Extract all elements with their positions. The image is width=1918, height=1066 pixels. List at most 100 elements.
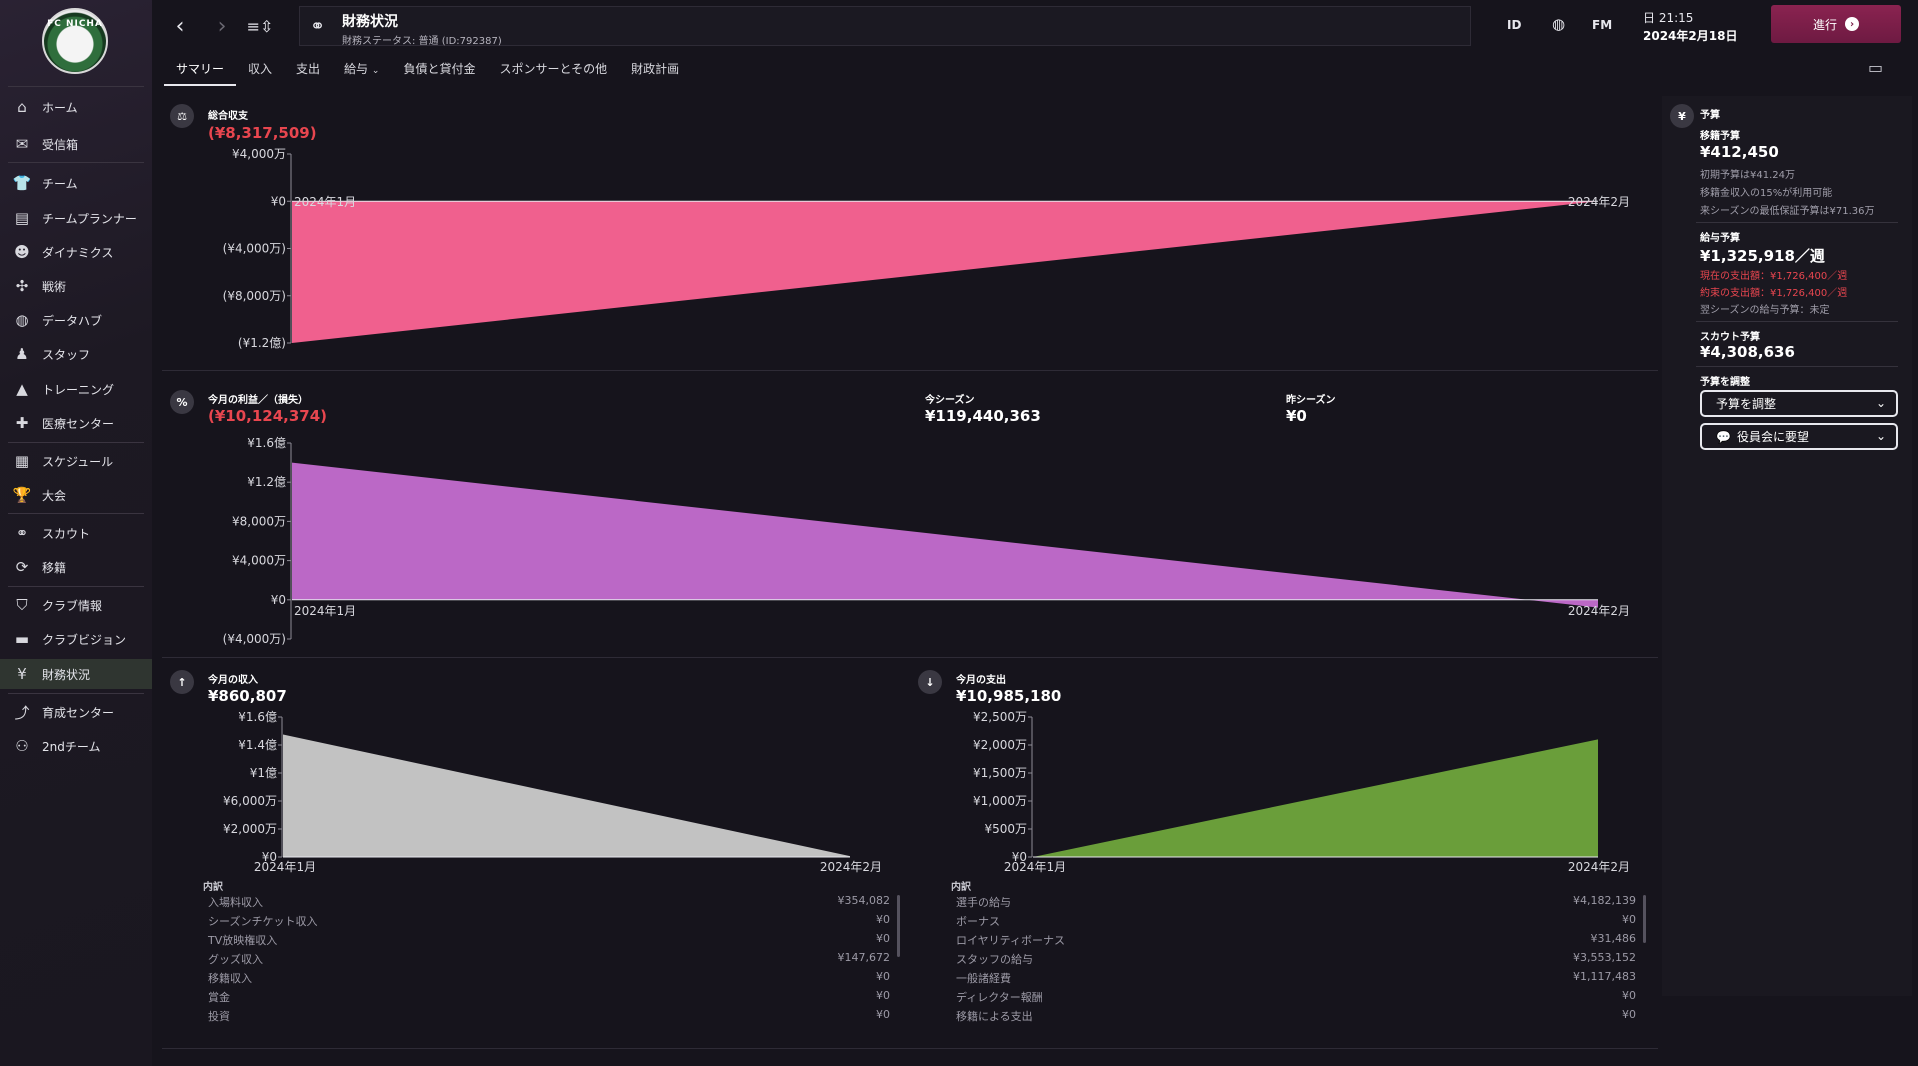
tab-financial-plan[interactable]: 財政計画 — [619, 56, 691, 86]
sidebar-item-team-planner[interactable]: ▤ チームプランナー — [0, 203, 152, 233]
tab-summary[interactable]: サマリー — [164, 56, 237, 86]
chevron-down-icon: ⌄ — [371, 66, 380, 76]
sidebar-divider — [8, 693, 144, 694]
arrow-up-icon: ↑ — [170, 670, 194, 694]
sidebar-item-second-team[interactable]: ⚇ 2ndチーム — [0, 731, 152, 761]
sidebar-item-home[interactable]: ⌂ ホーム — [0, 92, 152, 122]
sidebar-item-club-info[interactable]: ⛉ クラブ情報 — [0, 590, 152, 620]
sidebar-item-inbox[interactable]: ✉ 受信箱 — [0, 129, 152, 159]
sidebar-item-club-vision[interactable]: ▬ クラブビジョン — [0, 624, 152, 654]
sidebar-item-label: 医療センター — [42, 416, 115, 431]
sidebar-item-dynamics[interactable]: ☻ ダイナミクス — [0, 237, 152, 267]
sidebar-item-label: チーム — [42, 176, 78, 191]
tab-expenditure[interactable]: 支出 — [284, 56, 332, 86]
area-series — [283, 734, 850, 857]
sidebar-item-medical[interactable]: ✚ 医療センター — [0, 408, 152, 438]
sidebar-item-finances[interactable]: ¥ 財務状況 — [0, 659, 152, 689]
breakdown-row-value: ¥0 — [1622, 913, 1636, 926]
breakdown-row: 移籍収入 ¥0 — [208, 970, 890, 989]
adjust-budget-label: 予算を調整 — [1700, 377, 1750, 388]
back-arrow-icon[interactable]: ‹ — [166, 12, 194, 40]
income-scrollbar[interactable] — [897, 895, 900, 957]
sidebar-item-tactics[interactable]: ✣ 戦術 — [0, 271, 152, 301]
y-tick-label: ¥1,000万 — [973, 794, 1027, 808]
sidebar-item-label: スケジュール — [42, 454, 114, 469]
top-bar: ‹ › ≡⇳ ⚭ 財務状況 財務ステータス: 普通 (ID:792387) ID… — [152, 0, 1918, 52]
sidebar-item-transfers[interactable]: ⟳ 移籍 — [0, 552, 152, 582]
sidebar-item-schedule[interactable]: ▦ スケジュール — [0, 446, 152, 476]
tab-sponsors-other[interactable]: スポンサーとその他 — [487, 56, 619, 86]
sidebar-item-label: データハブ — [42, 313, 103, 328]
wage-budget-value: ¥1,325,918／週 — [1700, 247, 1825, 265]
breakdown-row-name: 移籍収入 — [208, 972, 252, 985]
sidebar-item-staff[interactable]: ♟ スタッフ — [0, 339, 152, 369]
development-icon: ⤴ — [14, 703, 30, 722]
adjust-budget-dropdown[interactable]: 予算を調整 ⌄ — [1700, 390, 1898, 417]
globe-icon[interactable]: ◍ — [1552, 15, 1565, 33]
y-tick-label: ¥1.4億 — [238, 738, 277, 752]
board-request-dropdown[interactable]: 💬 役員会に要望 ⌄ — [1700, 423, 1898, 450]
monthly-profit-chart: ¥1.6億 ¥1.2億 ¥8,000万 ¥4,000万 ¥0 (¥4,000万) 2024年… — [223, 436, 1630, 646]
transfer-note: 移籍金収入の15%が利用可能 — [1700, 188, 1833, 199]
sidebar-item-training[interactable]: ▲ トレーニング — [0, 374, 152, 404]
breakdown-row: 選手の給与 ¥4,182,139 — [956, 894, 1636, 913]
chevron-down-icon: ⌄ — [1875, 396, 1886, 410]
breakdown-row-value: ¥0 — [876, 970, 890, 983]
x-tick-label: 2024年2月 — [1568, 604, 1630, 618]
area-series — [292, 201, 1598, 343]
panel-divider — [162, 657, 1658, 658]
fm-button[interactable]: FM — [1592, 18, 1612, 32]
budget-divider — [1696, 222, 1898, 223]
second-team-icon: ⚇ — [15, 737, 29, 755]
piggy-bank-icon: ¥ — [1670, 104, 1694, 128]
y-tick-label: ¥500万 — [984, 822, 1027, 836]
monthly-income-label: 今月の収入 — [208, 675, 258, 686]
sidebar-item-team[interactable]: 👕 チーム — [0, 168, 152, 198]
breakdown-row: ディレクター報酬 ¥0 — [956, 989, 1636, 1008]
breakdown-row: 投資 ¥0 — [208, 1008, 890, 1027]
sidebar-item-label: ダイナミクス — [42, 245, 114, 260]
breakdown-row-name: グッズ収入 — [208, 953, 263, 966]
sidebar-item-label: 移籍 — [42, 560, 67, 575]
chevron-right-icon: › — [1845, 17, 1859, 31]
tab-income[interactable]: 収入 — [236, 56, 284, 86]
board-request-dropdown-label: 役員会に要望 — [1736, 430, 1809, 444]
sidebar-item-label: チームプランナー — [42, 211, 137, 226]
x-tick-label: 2024年1月 — [294, 604, 356, 618]
x-tick-label: 2024年2月 — [1568, 860, 1630, 874]
budget-divider — [1696, 366, 1898, 367]
sidebar-item-label: 受信箱 — [42, 137, 79, 152]
sidebar-item-data-hub[interactable]: ◍ データハブ — [0, 305, 152, 335]
y-tick-label: (¥4,000万) — [223, 242, 286, 256]
sidebar-item-development[interactable]: ⤴ 育成センター — [0, 697, 152, 727]
breakdown-row-name: 入場料収入 — [208, 896, 263, 909]
datahub-icon: ◍ — [15, 311, 29, 329]
speech-bubble-icon: 💬 — [1716, 429, 1731, 444]
transfer-note: 初期予算は¥41.24万 — [1700, 170, 1795, 181]
transfer-budget-value: ¥412,450 — [1700, 143, 1779, 161]
breakdown-row: 賞金 ¥0 — [208, 989, 890, 1008]
tab-wages[interactable]: 給与 ⌄ — [332, 56, 391, 86]
percent-icon: % — [170, 390, 194, 414]
sidebar-item-competitions[interactable]: 🏆 大会 — [0, 480, 152, 510]
tab-debts-loans[interactable]: 負債と貸付金 — [391, 56, 487, 86]
adjust-budget-dropdown-label: 予算を調整 — [1716, 397, 1777, 411]
breakdown-row: 移籍による支出 ¥0 — [956, 1008, 1636, 1027]
transfer-note: 来シーズンの最低保証予算は¥71.36万 — [1700, 206, 1875, 217]
breakdown-row: TV放映権収入 ¥0 — [208, 932, 890, 951]
continue-button[interactable]: 進行 › — [1771, 5, 1901, 43]
page-title: 財務状況 — [342, 14, 398, 30]
sidebar-item-scouting[interactable]: ⚭ スカウト — [0, 518, 152, 548]
breakdown-row-value: ¥0 — [876, 1008, 890, 1021]
monitor-icon[interactable]: ▭ — [1868, 58, 1883, 77]
wage-current-spend: 現在の支出額：¥1,726,400／週 — [1700, 271, 1848, 282]
club-logo[interactable]: FC NICHA — [42, 8, 108, 74]
expense-scrollbar[interactable] — [1643, 895, 1646, 943]
menu-sort-icon[interactable]: ≡⇳ — [246, 12, 274, 40]
monthly-expense-label: 今月の支出 — [956, 675, 1006, 686]
forward-arrow-icon[interactable]: › — [208, 12, 236, 40]
id-button[interactable]: ID — [1507, 18, 1521, 32]
scout-budget-label: スカウト予算 — [1700, 332, 1760, 343]
breakdown-row-value: ¥0 — [1622, 1008, 1636, 1021]
staff-icon: ♟ — [15, 345, 29, 363]
